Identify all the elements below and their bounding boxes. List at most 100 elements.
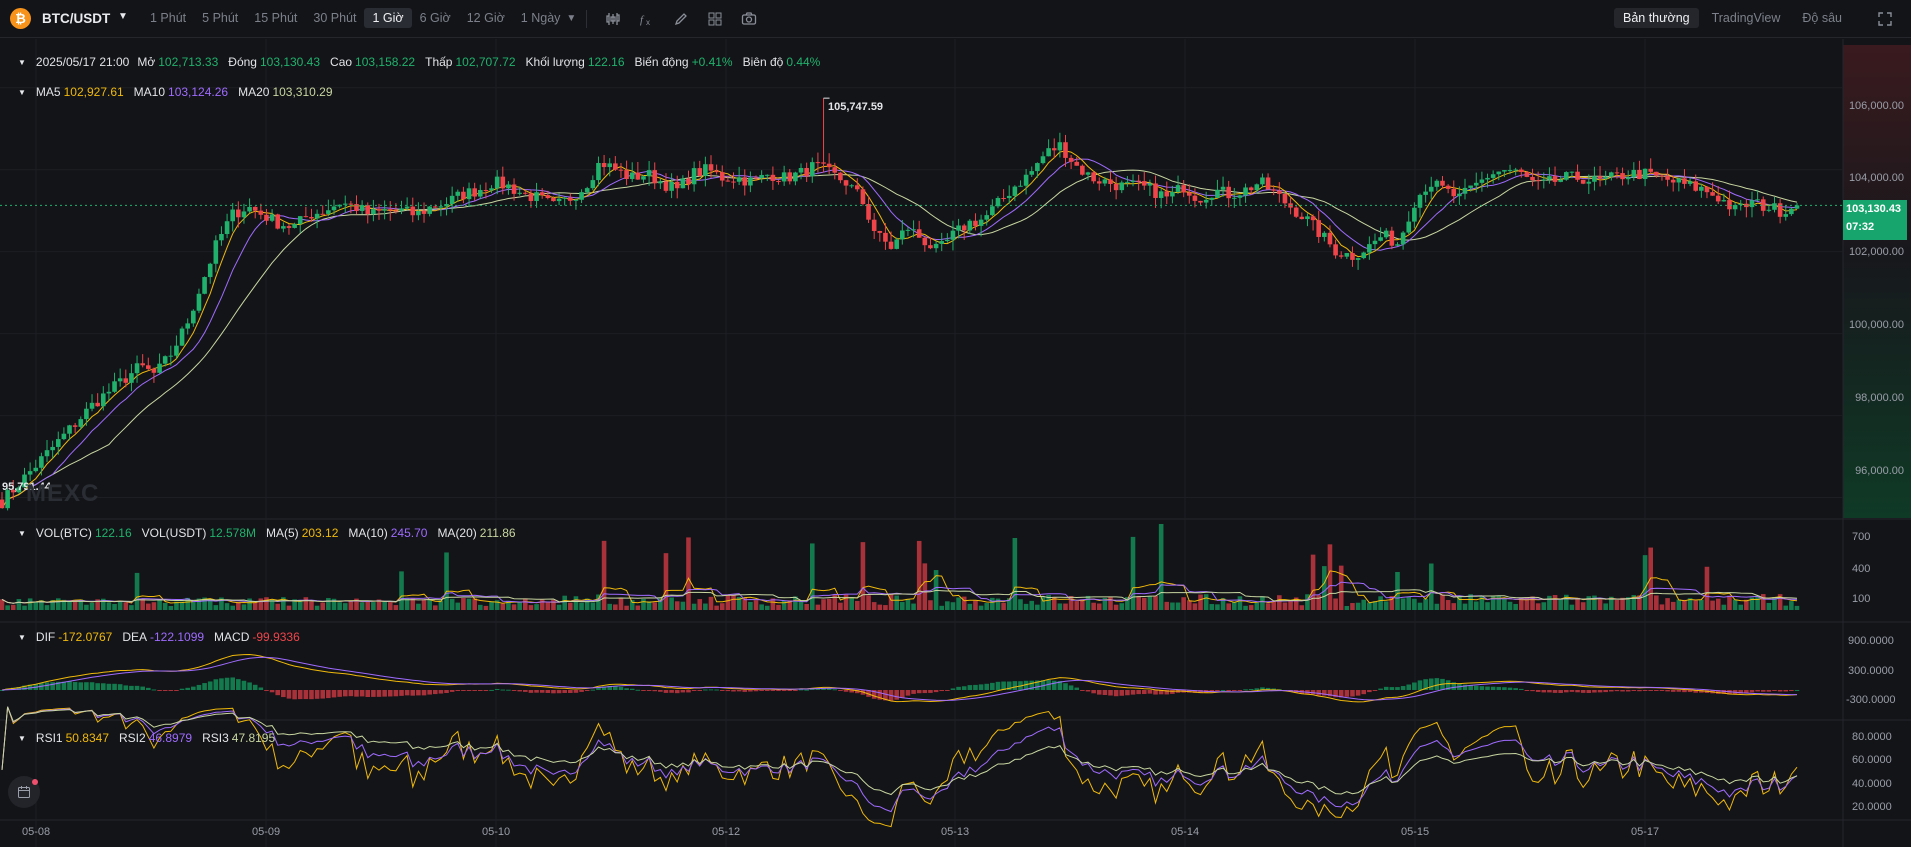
view-standard[interactable]: Bản thường bbox=[1613, 8, 1699, 28]
macd-histogram-bar bbox=[506, 689, 511, 691]
interval-12h[interactable]: 12 Giờ bbox=[459, 8, 513, 28]
candle-body bbox=[759, 174, 764, 179]
macd-histogram-bar bbox=[1783, 690, 1789, 692]
caret-down-icon[interactable]: ▼ bbox=[118, 11, 128, 22]
macd-histogram-bar bbox=[1012, 681, 1018, 690]
candle-body bbox=[613, 163, 618, 170]
macd-histogram-bar bbox=[67, 681, 72, 690]
interval-5m[interactable]: 5 Phút bbox=[194, 8, 246, 28]
volume-bar bbox=[1406, 596, 1412, 610]
rsi1-label: RSI1 bbox=[35, 731, 63, 745]
trading-pair-selector[interactable]: BTC/USDT bbox=[42, 11, 110, 26]
volume-bar bbox=[1412, 598, 1417, 610]
candle-body bbox=[1310, 216, 1316, 221]
volume-bar bbox=[416, 603, 421, 610]
svg-text:x: x bbox=[646, 18, 650, 27]
candle-body bbox=[1040, 156, 1046, 164]
macd-histogram-bar bbox=[376, 690, 382, 697]
volume-bar bbox=[1670, 601, 1676, 610]
volume-bar bbox=[843, 594, 849, 610]
layout-grid-icon[interactable] bbox=[706, 10, 724, 28]
macd-histogram-bar bbox=[1755, 690, 1760, 692]
fullscreen-icon[interactable] bbox=[1877, 11, 1893, 27]
macd-histogram-bar bbox=[764, 690, 770, 691]
more-intervals-caret-icon[interactable]: ▼ bbox=[566, 13, 576, 28]
candle-body bbox=[1423, 191, 1428, 195]
interval-30m[interactable]: 30 Phút bbox=[305, 8, 364, 28]
collapse-caret-icon[interactable]: ▼ bbox=[18, 88, 26, 97]
candle-body bbox=[1507, 170, 1513, 172]
candle-body bbox=[387, 209, 393, 211]
camera-icon[interactable] bbox=[740, 10, 758, 28]
vol-ma5-value: 203.12 bbox=[301, 526, 339, 540]
candle-body bbox=[1518, 169, 1524, 173]
dif-line bbox=[1, 653, 1798, 703]
draw-pencil-icon[interactable] bbox=[672, 10, 690, 28]
volume-bar bbox=[928, 600, 933, 610]
candle-body bbox=[95, 402, 100, 407]
macd-histogram-bar bbox=[748, 690, 753, 692]
volume-bar bbox=[72, 600, 78, 610]
interval-1d[interactable]: 1 Ngày bbox=[513, 8, 569, 28]
volume-bar bbox=[461, 597, 466, 610]
volume-bar bbox=[1265, 603, 1271, 610]
kline-chart[interactable] bbox=[0, 39, 1911, 847]
macd-histogram-bar bbox=[1682, 690, 1687, 693]
macd-histogram-bar bbox=[1535, 690, 1541, 692]
interval-1h[interactable]: 1 Giờ bbox=[364, 8, 412, 28]
interval-15m[interactable]: 15 Phút bbox=[246, 8, 305, 28]
macd-histogram-bar bbox=[1473, 685, 1479, 690]
macd-histogram-bar bbox=[1141, 690, 1147, 695]
chart-tools: fx bbox=[604, 10, 758, 28]
candle-settings-icon[interactable] bbox=[604, 10, 622, 28]
macd-histogram-bar bbox=[1518, 688, 1524, 690]
volume-bar bbox=[309, 601, 314, 610]
macd-histogram-bar bbox=[1254, 688, 1260, 690]
interval-6h[interactable]: 6 Giờ bbox=[412, 8, 459, 28]
candle-body bbox=[601, 163, 607, 168]
macd-histogram-bar bbox=[714, 689, 719, 691]
candle-body bbox=[821, 162, 826, 164]
macd-histogram-bar bbox=[911, 690, 916, 694]
macd-histogram-bar bbox=[1215, 690, 1220, 692]
volume-bar bbox=[866, 595, 871, 610]
macd-histogram-bar bbox=[1642, 690, 1648, 691]
date-axis-label: 05-14 bbox=[1171, 826, 1200, 838]
macd-histogram-bar bbox=[241, 680, 247, 690]
volume-bar bbox=[1541, 602, 1547, 610]
macd-histogram-bar bbox=[1563, 690, 1569, 693]
volume-bar bbox=[1378, 596, 1383, 610]
view-tradingview[interactable]: TradingView bbox=[1703, 8, 1790, 28]
volume-bar bbox=[224, 603, 230, 610]
macd-histogram-bar bbox=[843, 690, 849, 692]
volume-bar bbox=[1327, 544, 1333, 610]
macd-histogram-bar bbox=[224, 677, 230, 690]
volume-bar bbox=[303, 597, 309, 610]
indicator-fx-icon[interactable]: fx bbox=[638, 10, 656, 28]
volume-bar bbox=[1727, 595, 1732, 610]
volume-bar bbox=[1783, 605, 1789, 610]
volume-bar bbox=[342, 603, 348, 610]
volume-bar bbox=[1288, 600, 1293, 610]
interval-1m[interactable]: 1 Phút bbox=[142, 8, 194, 28]
volume-bar bbox=[1057, 603, 1063, 610]
volume-bar bbox=[247, 598, 252, 610]
macd-histogram-bar bbox=[1096, 690, 1102, 695]
macd-histogram-bar bbox=[438, 690, 444, 694]
candle-body bbox=[1344, 253, 1350, 257]
collapse-caret-icon[interactable]: ▼ bbox=[18, 734, 26, 743]
candle-body bbox=[50, 446, 55, 451]
candle-body bbox=[1350, 253, 1355, 260]
macd-histogram-bar bbox=[776, 690, 781, 692]
volume-bar bbox=[1682, 599, 1687, 610]
collapse-caret-icon[interactable]: ▼ bbox=[18, 58, 26, 67]
collapse-caret-icon[interactable]: ▼ bbox=[18, 633, 26, 642]
view-depth[interactable]: Độ sâu bbox=[1793, 8, 1851, 28]
date-axis-label: 05-12 bbox=[712, 826, 741, 838]
macd-histogram-bar bbox=[309, 690, 314, 700]
collapse-caret-icon[interactable]: ▼ bbox=[18, 529, 26, 538]
macd-histogram-bar bbox=[613, 686, 618, 690]
volume-bar bbox=[708, 596, 714, 610]
candle-body bbox=[1361, 252, 1367, 259]
macd-histogram-bar bbox=[528, 690, 534, 693]
